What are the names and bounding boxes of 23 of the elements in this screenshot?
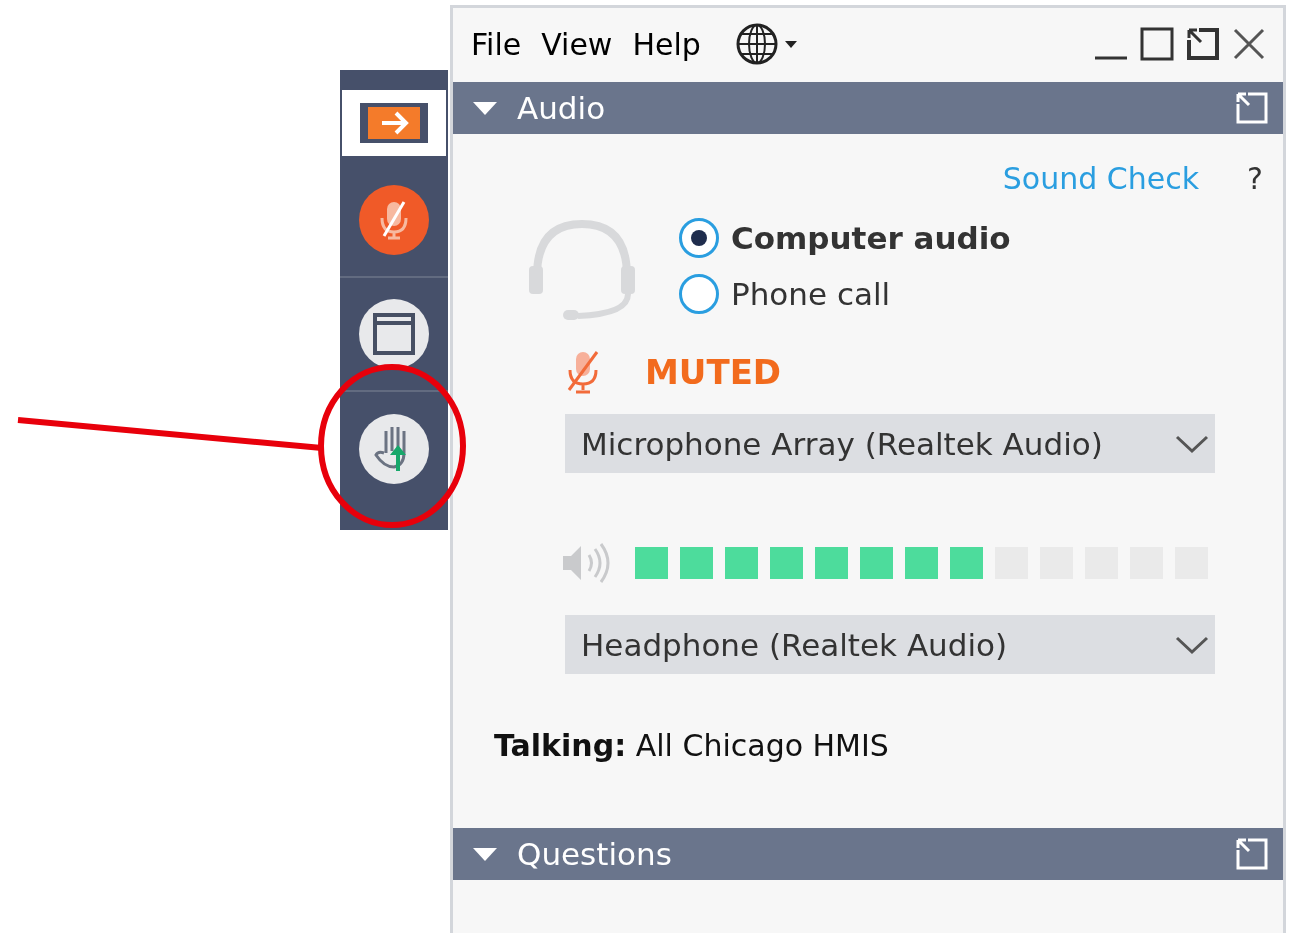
device-dropdown[interactable]: Microphone Array (Realtek Audio) [565,414,1215,473]
section-title: Questions [517,836,672,872]
menu-item[interactable]: Help [632,26,701,62]
pop-out-icon[interactable] [1185,26,1221,62]
mute-status: MUTED [645,352,782,392]
menu-item[interactable]: File [471,26,522,62]
radio-option[interactable]: Phone call [679,274,1011,314]
chevron-down-icon [1175,634,1209,655]
radio-option[interactable]: Computer audio [679,218,1011,258]
maximize-icon[interactable] [1139,26,1175,62]
help-button[interactable]: ? [1247,160,1263,196]
section-title: Audio [517,90,606,126]
chevron-down-icon [1175,433,1209,454]
section-header[interactable]: Questions [453,828,1283,880]
close-icon[interactable] [1231,26,1267,62]
device-dropdown[interactable]: Headphone (Realtek Audio) [565,615,1215,674]
section-header[interactable]: Audio [453,82,1283,134]
raise-hand-icon [358,413,430,485]
muted-microphone-icon [358,184,430,256]
talking-status: Talking: All Chicago HMIS [494,728,890,763]
menu-item[interactable]: View [541,26,613,62]
muted-microphone-icon[interactable] [565,348,601,396]
speaker-icon [561,541,611,585]
